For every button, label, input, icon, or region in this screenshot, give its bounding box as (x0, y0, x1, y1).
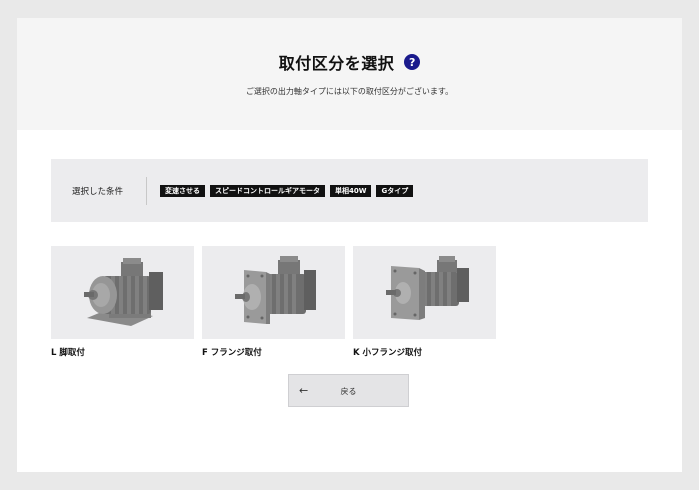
condition-tags: 変速させる スピードコントロールギアモータ 単相40W Gタイプ (160, 185, 414, 197)
foot-mount-motor-image (51, 246, 194, 339)
flange-mount-motor-image (202, 246, 345, 339)
mount-option-card-l[interactable]: L 脚取付 (51, 246, 194, 358)
page-subtitle: ご選択の出力軸タイプには以下の取付区分がございます。 (245, 87, 454, 96)
condition-tag: スピードコントロールギアモータ (210, 185, 325, 197)
condition-tag: 単相40W (330, 185, 372, 197)
conditions-divider (146, 177, 147, 205)
condition-tag: Gタイプ (376, 185, 414, 197)
condition-tag: 変速させる (160, 185, 205, 197)
page-title: 取付区分を選択 (278, 54, 395, 73)
small-flange-mount-motor-image (353, 246, 496, 339)
mount-option-label: F フランジ取付 (202, 348, 262, 358)
mount-option-label: K 小フランジ取付 (353, 348, 423, 358)
back-button-label: 戻る (340, 387, 357, 396)
title-row: 取付区分を選択 ? (17, 50, 682, 74)
mount-option-label: L 脚取付 (51, 348, 85, 358)
help-icon[interactable]: ? (404, 54, 421, 70)
mount-option-card-k[interactable]: K 小フランジ取付 (353, 246, 496, 358)
selected-conditions-label: 選択した条件 (72, 187, 124, 197)
page-header: 取付区分を選択 ? ご選択の出力軸タイプには以下の取付区分がございます。 (17, 18, 682, 130)
main-panel: 取付区分を選択 ? ご選択の出力軸タイプには以下の取付区分がございます。 選択し… (17, 18, 682, 472)
mount-option-card-f[interactable]: F フランジ取付 (202, 246, 345, 358)
back-button[interactable]: ← 戻る (288, 374, 409, 407)
selected-conditions-box: 選択した条件 変速させる スピードコントロールギアモータ 単相40W Gタイプ (51, 159, 648, 222)
